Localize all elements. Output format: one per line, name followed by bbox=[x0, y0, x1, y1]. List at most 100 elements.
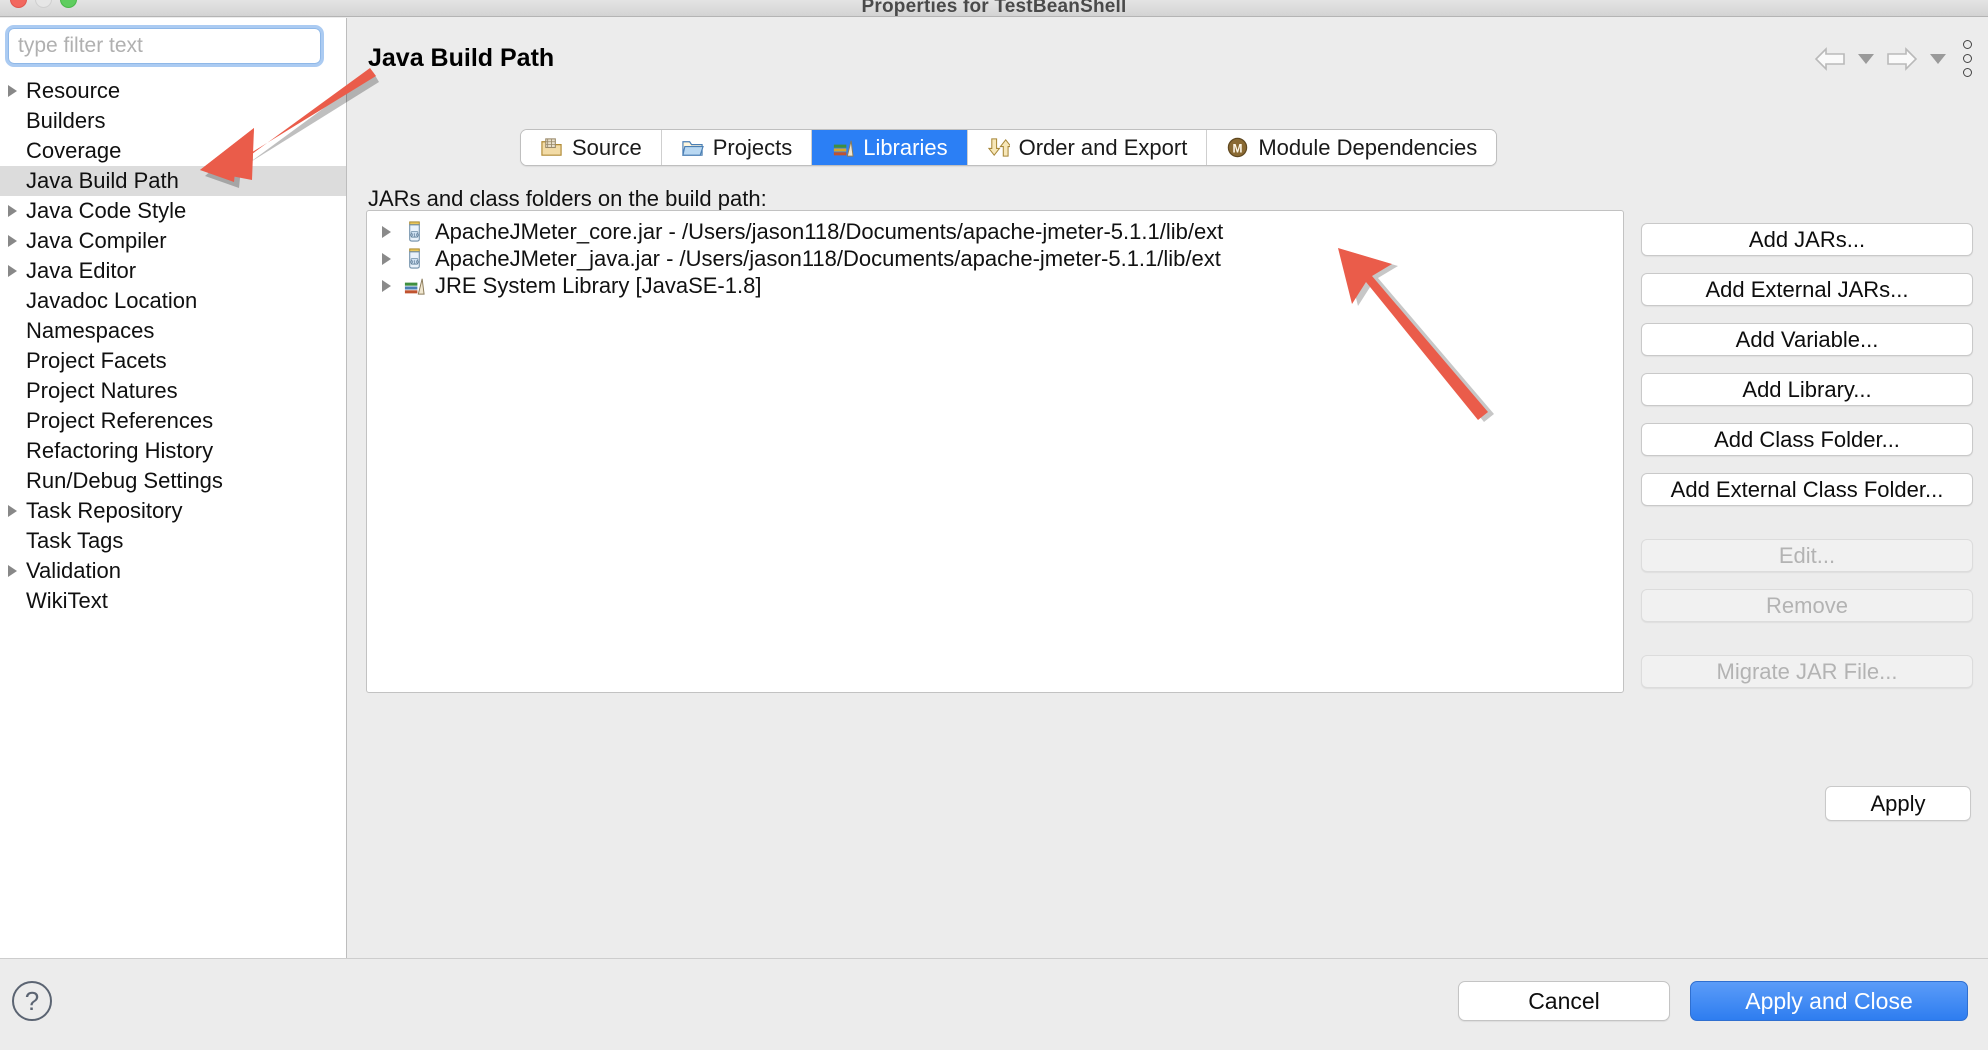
sidebar-item-label: WikiText bbox=[26, 588, 108, 613]
sidebar-item-task-tags[interactable]: Task Tags bbox=[0, 526, 346, 556]
sidebar-item-label: Project References bbox=[26, 408, 214, 433]
tab-label: Libraries bbox=[863, 134, 948, 160]
apply-and-close-button[interactable]: Apply and Close bbox=[1690, 981, 1968, 1021]
tab-source[interactable]: Source bbox=[521, 130, 662, 165]
sidebar-item-label: Project Natures bbox=[26, 378, 178, 403]
tab-libraries[interactable]: Libraries bbox=[812, 130, 968, 165]
sidebar-item-java-compiler[interactable]: Java Compiler bbox=[0, 226, 346, 256]
forward-arrow-icon[interactable] bbox=[1885, 46, 1919, 72]
add-variable-button[interactable]: Add Variable... bbox=[1641, 323, 1973, 356]
sidebar-item-label: Java Build Path bbox=[26, 168, 179, 193]
sidebar-item-label: Builders bbox=[26, 108, 106, 133]
tab-label: Module Dependencies bbox=[1258, 134, 1478, 160]
add-jars-button[interactable]: Add JARs... bbox=[1641, 223, 1973, 256]
sidebar-item-label: Javadoc Location bbox=[26, 288, 198, 313]
side-button-column: Add JARs... Add External JARs... Add Varia… bbox=[1641, 223, 1973, 705]
list-item-label: ApacheJMeter_core.jar - /Users/jason118/… bbox=[435, 218, 1224, 244]
sidebar-item-label: Coverage bbox=[26, 138, 122, 163]
page-title: Java Build Path bbox=[368, 44, 555, 72]
remove-button: Remove bbox=[1641, 589, 1973, 622]
sidebar-item-label: Project Facets bbox=[26, 348, 167, 373]
expand-chevron-right-icon[interactable] bbox=[8, 205, 17, 217]
sidebar-item-coverage[interactable]: Coverage bbox=[0, 136, 346, 166]
add-class-folder-button[interactable]: Add Class Folder... bbox=[1641, 423, 1973, 456]
forward-dropdown-chevron-down-icon[interactable] bbox=[1930, 53, 1946, 64]
add-external-jars-button[interactable]: Add External JARs... bbox=[1641, 273, 1973, 306]
sidebar-item-label: Namespaces bbox=[26, 318, 155, 343]
tab-label: Order and Export bbox=[1018, 134, 1188, 160]
back-dropdown-chevron-down-icon[interactable] bbox=[1858, 53, 1874, 64]
content-pane: Java Build Path Source Projects Libraries O… bbox=[348, 18, 1988, 958]
help-button[interactable]: ? bbox=[12, 981, 52, 1021]
build-path-list[interactable]: 010 ApacheJMeter_core.jar - /Users/jason1… bbox=[366, 210, 1624, 693]
expand-chevron-right-icon[interactable] bbox=[382, 279, 391, 292]
sidebar-item-namespaces[interactable]: Namespaces bbox=[0, 316, 346, 346]
list-item-label: ApacheJMeter_java.jar - /Users/jason118/… bbox=[435, 245, 1221, 271]
button-group-divider bbox=[1641, 523, 1973, 539]
tab-bar: Source Projects Libraries Order and Export M… bbox=[520, 129, 1498, 166]
dialog-footer: ? Cancel Apply and Close bbox=[0, 958, 1988, 1050]
window-title: Properties for TestBeanShell bbox=[861, 0, 1127, 17]
list-item[interactable]: JRE System Library [JavaSE-1.8] bbox=[367, 272, 1623, 299]
add-library-button[interactable]: Add Library... bbox=[1641, 373, 1973, 406]
svg-text:010: 010 bbox=[410, 232, 419, 238]
back-arrow-icon[interactable] bbox=[1813, 46, 1847, 72]
expand-chevron-right-icon[interactable] bbox=[382, 225, 391, 238]
settings-sidebar: Resource Builders Coverage Java Build Path J… bbox=[0, 18, 347, 958]
sidebar-item-label: Java Code Style bbox=[26, 198, 187, 223]
kebab-menu-icon[interactable] bbox=[1963, 40, 1972, 77]
search-input[interactable] bbox=[5, 25, 324, 67]
expand-chevron-right-icon[interactable] bbox=[382, 252, 391, 265]
tab-order-and-export[interactable]: Order and Export bbox=[967, 130, 1208, 165]
sidebar-item-label: Java Compiler bbox=[26, 228, 167, 253]
sidebar-item-refactoring-history[interactable]: Refactoring History bbox=[0, 436, 346, 466]
list-item[interactable]: 010 ApacheJMeter_java.jar - /Users/jason1… bbox=[367, 245, 1623, 272]
module-icon: M bbox=[1228, 137, 1248, 158]
sidebar-item-resource[interactable]: Resource bbox=[0, 76, 346, 106]
expand-chevron-right-icon[interactable] bbox=[8, 505, 17, 517]
sidebar-item-project-facets[interactable]: Project Facets bbox=[0, 346, 346, 376]
properties-dialog: Properties for TestBeanShell Resource Bui… bbox=[0, 0, 1988, 1050]
list-item-label: JRE System Library [JavaSE-1.8] bbox=[435, 272, 762, 298]
tab-label: Source bbox=[572, 134, 642, 160]
apply-button[interactable]: Apply bbox=[1825, 786, 1971, 821]
expand-chevron-right-icon[interactable] bbox=[8, 265, 17, 277]
jre-library-icon bbox=[404, 278, 425, 295]
cancel-button[interactable]: Cancel bbox=[1458, 981, 1670, 1021]
source-folder-icon bbox=[541, 138, 562, 156]
list-item[interactable]: 010 ApacheJMeter_core.jar - /Users/jason1… bbox=[367, 218, 1623, 245]
edit-button: Edit... bbox=[1641, 539, 1973, 572]
expand-chevron-right-icon[interactable] bbox=[8, 235, 17, 247]
filter-field-wrapper bbox=[0, 18, 346, 70]
sidebar-item-javadoc-location[interactable]: Javadoc Location bbox=[0, 286, 346, 316]
sidebar-item-java-build-path[interactable]: Java Build Path bbox=[0, 166, 346, 196]
sidebar-item-label: Resource bbox=[26, 78, 121, 103]
button-group-divider bbox=[1641, 639, 1973, 655]
libraries-icon bbox=[834, 140, 854, 157]
tab-projects[interactable]: Projects bbox=[661, 130, 813, 165]
sidebar-item-validation[interactable]: Validation bbox=[0, 556, 346, 586]
svg-text:M: M bbox=[1233, 141, 1243, 155]
sidebar-item-wikitext[interactable]: WikiText bbox=[0, 586, 346, 616]
sidebar-item-builders[interactable]: Builders bbox=[0, 106, 346, 136]
sidebar-item-run-debug-settings[interactable]: Run/Debug Settings bbox=[0, 466, 346, 496]
window-titlebar: Properties for TestBeanShell bbox=[0, 0, 1988, 17]
tab-module-dependencies[interactable]: M Module Dependencies bbox=[1207, 130, 1497, 165]
order-export-icon bbox=[987, 138, 1010, 157]
sidebar-item-project-references[interactable]: Project References bbox=[0, 406, 346, 436]
sidebar-item-task-repository[interactable]: Task Repository bbox=[0, 496, 346, 526]
expand-chevron-right-icon[interactable] bbox=[8, 565, 17, 577]
expand-chevron-right-icon[interactable] bbox=[8, 85, 17, 97]
sidebar-item-java-editor[interactable]: Java Editor bbox=[0, 256, 346, 286]
sidebar-item-java-code-style[interactable]: Java Code Style bbox=[0, 196, 346, 226]
sidebar-item-label: Java Editor bbox=[26, 258, 137, 283]
projects-icon bbox=[681, 141, 704, 156]
sidebar-item-project-natures[interactable]: Project Natures bbox=[0, 376, 346, 406]
add-external-class-folder-button[interactable]: Add External Class Folder... bbox=[1641, 473, 1973, 506]
sidebar-item-label: Run/Debug Settings bbox=[26, 468, 223, 493]
sidebar-item-label: Task Tags bbox=[26, 528, 124, 553]
sidebar-item-label: Refactoring History bbox=[26, 438, 214, 463]
settings-tree: Resource Builders Coverage Java Build Path J… bbox=[0, 76, 346, 616]
sidebar-item-label: Task Repository bbox=[26, 498, 183, 523]
sidebar-item-label: Validation bbox=[26, 558, 121, 583]
